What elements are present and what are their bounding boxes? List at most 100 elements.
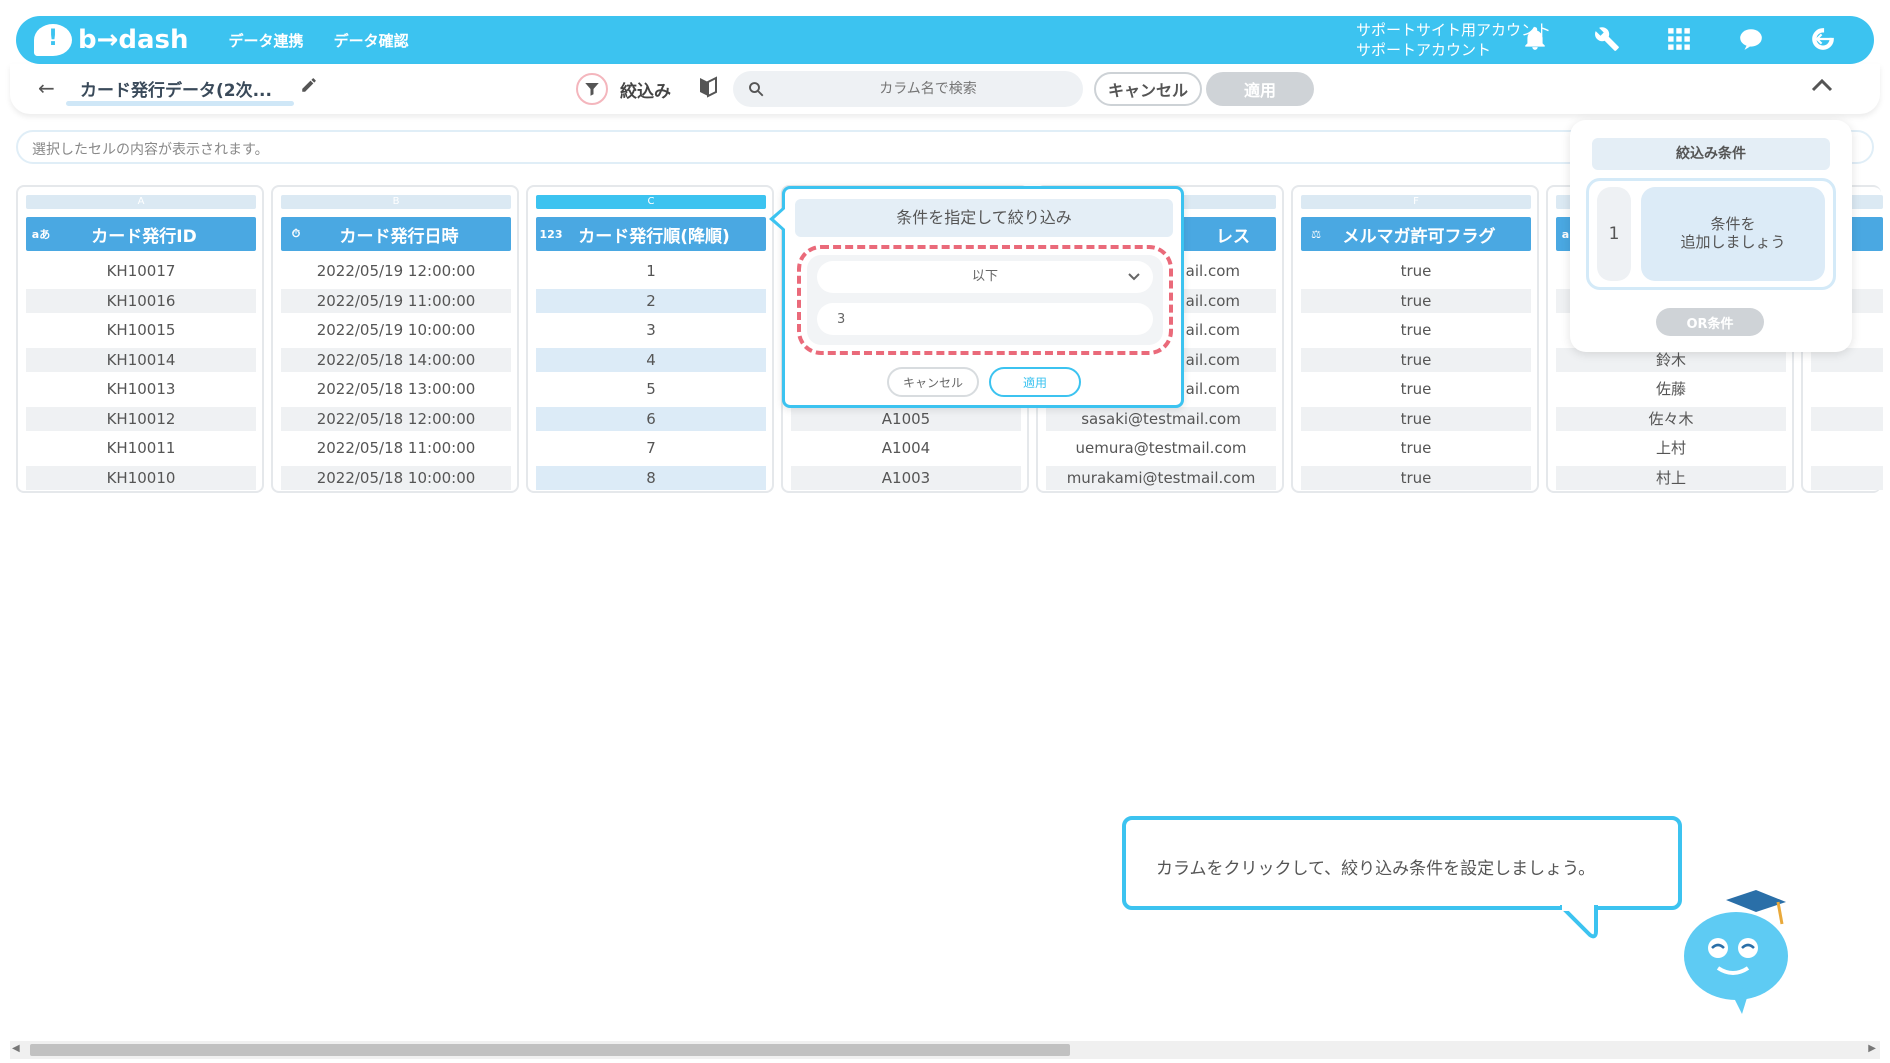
table-cell[interactable]: 佐々木 bbox=[1556, 406, 1786, 431]
table-cell[interactable]: true bbox=[1301, 288, 1531, 313]
table-cell[interactable]: 村上 bbox=[1556, 465, 1786, 490]
cancel-button[interactable]: キャンセル bbox=[1094, 72, 1202, 106]
table-cell[interactable]: 2022/05/18 14:00:00 bbox=[281, 347, 511, 372]
column-a[interactable]: A aあ カード発行ID KH10017 KH10016 KH10015 KH1… bbox=[16, 185, 264, 493]
table-cell[interactable]: 2022/05/19 12:00:00 bbox=[281, 259, 511, 283]
table-cell[interactable]: KH10012 bbox=[26, 406, 256, 431]
table-cell[interactable]: 佐藤 bbox=[1556, 377, 1786, 401]
datetime-type-icon: ⏱ bbox=[291, 227, 301, 240]
condition-highlight: 以下 bbox=[797, 245, 1173, 355]
scrollbar-thumb[interactable] bbox=[30, 1044, 1070, 1056]
group-number: 1 bbox=[1597, 187, 1631, 281]
table-cell[interactable]: 7 bbox=[536, 436, 766, 460]
table-cell[interactable] bbox=[1811, 436, 1883, 460]
column-c[interactable]: C 123 カード発行順(降順) 1 2 3 4 5 6 7 8 bbox=[526, 185, 774, 493]
table-cell[interactable]: KH10014 bbox=[26, 347, 256, 372]
operator-select[interactable]: 以下 bbox=[817, 261, 1153, 293]
table-cell[interactable]: 1 bbox=[536, 259, 766, 283]
table-cell[interactable]: 6 bbox=[536, 406, 766, 431]
title-underline bbox=[66, 101, 294, 106]
table-cell[interactable]: sasaki@testmail.com bbox=[1046, 406, 1276, 431]
beginner-mark-icon[interactable] bbox=[698, 76, 718, 102]
scroll-right-icon[interactable]: ▶ bbox=[1868, 1043, 1876, 1054]
column-f[interactable]: F ⚖ メルマガ許可フラグ true true true true true t… bbox=[1291, 185, 1539, 493]
table-cell[interactable]: KH10016 bbox=[26, 288, 256, 313]
condition-editor: 以下 bbox=[807, 255, 1163, 345]
column-b[interactable]: B ⏱ カード発行日時 2022/05/19 12:00:00 2022/05/… bbox=[271, 185, 519, 493]
table-cell[interactable]: A1003 bbox=[791, 465, 1021, 490]
table-cell[interactable]: true bbox=[1301, 436, 1531, 460]
table-cell[interactable]: A1004 bbox=[791, 436, 1021, 460]
table-cell[interactable]: true bbox=[1301, 465, 1531, 490]
filter-icon[interactable] bbox=[576, 73, 608, 105]
table-cell[interactable]: true bbox=[1301, 259, 1531, 283]
nav-data-check[interactable]: データ確認 bbox=[334, 30, 409, 51]
pencil-icon[interactable] bbox=[300, 76, 318, 98]
scroll-left-icon[interactable]: ◀ bbox=[12, 1043, 20, 1054]
table-cell[interactable]: KH10017 bbox=[26, 259, 256, 283]
apply-button[interactable]: 適用 bbox=[1206, 72, 1314, 106]
table-cell[interactable]: KH10013 bbox=[26, 377, 256, 401]
grid-menu-icon[interactable] bbox=[1664, 24, 1694, 54]
mascot-chat-icon[interactable] bbox=[1736, 24, 1766, 54]
table-cell[interactable]: 3 bbox=[536, 318, 766, 342]
table-cell[interactable]: 2022/05/19 10:00:00 bbox=[281, 318, 511, 342]
sub-toolbar: ← カード発行データ(2次... 絞込み キャンセル 適用 bbox=[10, 64, 1880, 114]
table-cell[interactable]: 2022/05/18 11:00:00 bbox=[281, 436, 511, 460]
nav-data-integration[interactable]: データ連携 bbox=[229, 30, 304, 51]
table-cell[interactable]: 上村 bbox=[1556, 436, 1786, 460]
table-cell[interactable]: uemura@testmail.com bbox=[1046, 436, 1276, 460]
table-cell[interactable]: 2022/05/18 10:00:00 bbox=[281, 465, 511, 490]
page: b→dash データ連携 データ確認 サポートサイト用アカウント サポートアカウ… bbox=[0, 0, 1890, 1063]
table-cell[interactable]: true bbox=[1301, 347, 1531, 372]
chevron-up-icon[interactable] bbox=[1810, 76, 1834, 98]
popup-apply-button[interactable]: 適用 bbox=[989, 367, 1081, 397]
column-header[interactable]: aあ カード発行ID bbox=[26, 217, 256, 251]
back-arrow-icon[interactable]: ← bbox=[38, 76, 55, 100]
condition-value-input[interactable] bbox=[817, 303, 1153, 335]
main-nav: データ連携 データ確認 bbox=[229, 30, 409, 51]
table-cell[interactable]: true bbox=[1301, 406, 1531, 431]
or-condition-button[interactable]: OR条件 bbox=[1656, 308, 1764, 336]
table-cell[interactable]: 4 bbox=[536, 347, 766, 372]
filter-condition-popup: 条件を指定して絞り込み 以下 キャンセル 適用 bbox=[769, 186, 1184, 408]
table-cell[interactable]: 2 bbox=[536, 288, 766, 313]
table-cell[interactable]: A1005 bbox=[791, 406, 1021, 431]
table-cell[interactable]: 2022/05/19 11:00:00 bbox=[281, 288, 511, 313]
table-cell[interactable]: 2022/05/18 13:00:00 bbox=[281, 377, 511, 401]
mascot-icon bbox=[1684, 890, 1788, 1014]
top-header: b→dash データ連携 データ確認 サポートサイト用アカウント サポートアカウ… bbox=[16, 16, 1874, 64]
add-condition-line2: 追加しましょう bbox=[1680, 233, 1786, 251]
tip-bubble-tail bbox=[1560, 905, 1598, 939]
table-cell[interactable] bbox=[1811, 377, 1883, 401]
table-cell[interactable]: 5 bbox=[536, 377, 766, 401]
table-cell[interactable] bbox=[1811, 406, 1883, 431]
text-type-icon: aあ bbox=[31, 228, 51, 241]
wrench-icon[interactable] bbox=[1592, 24, 1622, 54]
column-rows: 1 2 3 4 5 6 7 8 bbox=[536, 259, 766, 495]
add-condition-line1: 条件を bbox=[1710, 215, 1756, 233]
table-cell[interactable]: true bbox=[1301, 377, 1531, 401]
table-cell[interactable]: KH10015 bbox=[26, 318, 256, 342]
table-cell[interactable]: 2022/05/18 12:00:00 bbox=[281, 406, 511, 431]
table-cell[interactable] bbox=[1811, 465, 1883, 490]
table-cell[interactable]: KH10010 bbox=[26, 465, 256, 490]
column-letter: F bbox=[1301, 195, 1531, 209]
column-header[interactable]: 123 カード発行順(降順) bbox=[536, 217, 766, 251]
datasource-title[interactable]: カード発行データ(2次... bbox=[80, 76, 272, 101]
logout-icon[interactable] bbox=[1808, 24, 1838, 54]
add-condition-slot[interactable]: 条件を 追加しましょう bbox=[1641, 187, 1825, 281]
popup-cancel-button[interactable]: キャンセル bbox=[887, 367, 979, 397]
number-type-icon: 123 bbox=[539, 227, 563, 241]
search-icon bbox=[747, 80, 765, 102]
table-cell[interactable]: KH10011 bbox=[26, 436, 256, 460]
table-cell[interactable]: 8 bbox=[536, 465, 766, 490]
search-input[interactable] bbox=[783, 71, 1073, 107]
bell-icon[interactable] bbox=[1520, 24, 1550, 54]
table-cell[interactable]: murakami@testmail.com bbox=[1046, 465, 1276, 490]
column-header[interactable]: ⏱ カード発行日時 bbox=[281, 217, 511, 251]
column-header[interactable]: ⚖ メルマガ許可フラグ bbox=[1301, 217, 1531, 251]
horizontal-scrollbar[interactable]: ◀ ▶ bbox=[10, 1041, 1880, 1059]
logo[interactable]: b→dash bbox=[34, 24, 189, 56]
table-cell[interactable]: true bbox=[1301, 318, 1531, 342]
